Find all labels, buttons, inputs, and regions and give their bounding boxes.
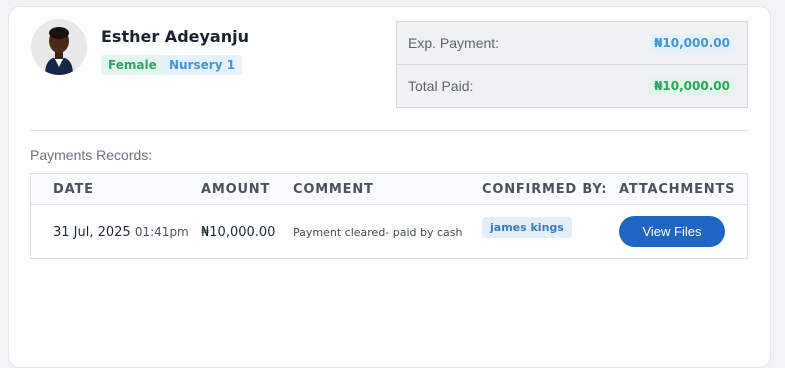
payment-date: 31 Jul, 2025	[53, 225, 131, 240]
class-badge: Nursery 1	[162, 55, 243, 75]
column-header-confirmed-by: CONFIRMED BY:	[482, 182, 608, 197]
student-avatar	[31, 19, 87, 75]
confirmed-by-badge: james kings	[482, 217, 572, 238]
student-name: Esther Adeyanju	[101, 27, 249, 46]
payments-table: DATE AMOUNT COMMENT CONFIRMED BY: ATTACH…	[30, 173, 748, 259]
column-header-date: DATE	[53, 182, 94, 197]
expected-payment-row: Exp. Payment: ₦10,000.00	[397, 22, 747, 65]
section-divider	[30, 130, 748, 131]
expected-payment-amount: ₦10,000.00	[649, 34, 735, 53]
gender-badge: Female	[101, 55, 164, 75]
payment-date-cell: 31 Jul, 2025 01:41pm	[53, 225, 189, 240]
column-header-comment: COMMENT	[293, 182, 374, 197]
total-paid-label: Total Paid:	[408, 78, 474, 94]
total-paid-amount: ₦10,000.00	[649, 77, 735, 96]
payments-records-title: Payments Records:	[30, 147, 153, 163]
table-header-row: DATE AMOUNT COMMENT CONFIRMED BY: ATTACH…	[31, 174, 747, 205]
expected-payment-label: Exp. Payment:	[408, 35, 500, 51]
student-photo-icon	[31, 19, 87, 75]
total-paid-row: Total Paid: ₦10,000.00	[397, 65, 747, 107]
column-header-attachments: ATTACHMENTS	[619, 182, 736, 197]
column-header-amount: AMOUNT	[201, 182, 271, 197]
view-files-button[interactable]: View Files	[619, 216, 725, 247]
payment-time: 01:41pm	[134, 225, 189, 239]
payment-amount: ₦10,000.00	[201, 225, 276, 240]
payment-summary: Exp. Payment: ₦10,000.00 Total Paid: ₦10…	[396, 21, 748, 108]
payment-comment: Payment cleared- paid by cash	[293, 226, 463, 239]
table-row: 31 Jul, 2025 01:41pm ₦10,000.00 Payment …	[31, 205, 747, 258]
